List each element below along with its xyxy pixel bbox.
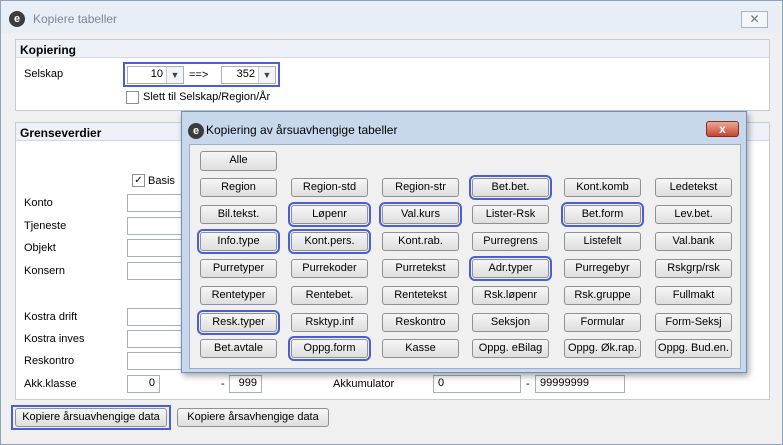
chevron-down-icon[interactable]: ▼ [258, 67, 275, 83]
konto-field[interactable] [127, 194, 187, 212]
table-button[interactable]: Lister-Rsk [472, 205, 549, 224]
table-button[interactable]: Rskgrp/rsk [655, 259, 732, 278]
table-button[interactable]: Rentetyper [200, 286, 277, 305]
table-button[interactable]: Bet.form [561, 202, 644, 227]
tjeneste-label: Tjeneste [24, 220, 67, 232]
konsern-label: Konsern [24, 265, 65, 277]
table-button[interactable]: Bet.avtale [200, 339, 277, 358]
dialog-close-button[interactable]: x [706, 121, 739, 137]
selskap-from-value: 10 [150, 68, 163, 80]
table-button[interactable]: Kont.komb [564, 178, 641, 197]
table-button[interactable]: Purretyper [200, 259, 277, 278]
table-button[interactable]: Resk.typer [197, 310, 280, 335]
kopiere-arsavhengige-button[interactable]: Kopiere årsavhengige data [177, 408, 329, 427]
kostra-inves-label: Kostra inves [24, 333, 85, 345]
akkumulator-dash: - [526, 378, 530, 390]
kostra-drift-field[interactable] [127, 308, 187, 326]
reskontro-field[interactable] [127, 352, 187, 370]
akk-klasse-dash: - [221, 378, 225, 390]
table-button[interactable]: Kont.pers. [288, 229, 371, 254]
table-button[interactable]: Rsk.gruppe [564, 286, 641, 305]
akkumulator-to-field[interactable]: 99999999 [535, 375, 625, 393]
table-button[interactable]: Val.bank [655, 232, 732, 251]
kostra-drift-label: Kostra drift [24, 311, 78, 323]
kopiere-arsuavhengige-button[interactable]: Kopiere årsuavhengige data [15, 408, 167, 427]
table-button[interactable]: Oppg. Øk.rap. [564, 339, 641, 358]
table-button[interactable]: Formular [564, 313, 641, 332]
basis-label: Basis [148, 175, 175, 187]
selskap-from-select[interactable]: 10 ▼ [127, 66, 184, 84]
tjeneste-field[interactable] [127, 217, 187, 235]
dialog-logo-icon: e [188, 123, 204, 139]
objekt-field[interactable] [127, 239, 187, 257]
konto-label: Konto [24, 197, 53, 209]
table-button[interactable]: Region-str [382, 178, 459, 197]
table-button[interactable]: Purrekoder [291, 259, 368, 278]
arrow-label: ==> [189, 69, 209, 81]
table-button[interactable]: Oppg. eBilag [472, 339, 549, 358]
selskap-label: Selskap [24, 68, 64, 80]
dialog-title: Kopiering av årsuavhengige tabeller [206, 123, 398, 137]
window-title: Kopiere tabeller [33, 12, 118, 26]
kopiering-header: Kopiering [16, 40, 769, 58]
table-button[interactable]: Løpenr [288, 202, 371, 227]
chevron-down-icon[interactable]: ▼ [166, 67, 183, 83]
table-button[interactable]: Oppg. Bud.en. [655, 339, 732, 358]
akk-klasse-label: Akk.klasse [24, 378, 77, 390]
table-button[interactable]: Adr.typer [469, 256, 552, 281]
table-button[interactable]: Kont.rab. [382, 232, 459, 251]
table-button[interactable]: Listefelt [564, 232, 641, 251]
slett-checkbox[interactable] [126, 91, 139, 104]
basis-checkbox[interactable]: ✓ [132, 174, 145, 187]
table-button[interactable]: Reskontro [382, 313, 459, 332]
table-button[interactable]: Seksjon [472, 313, 549, 332]
table-button[interactable]: Ledetekst [655, 178, 732, 197]
kopiering-dialog: e Kopiering av årsuavhengige tabeller x … [181, 111, 747, 373]
selskap-to-value: 352 [236, 68, 255, 80]
objekt-label: Objekt [24, 242, 56, 254]
table-button[interactable]: Purregebyr [564, 259, 641, 278]
akkumulator-from-field[interactable]: 0 [433, 375, 521, 393]
selskap-to-select[interactable]: 352 ▼ [221, 66, 276, 84]
table-button[interactable]: Rsktyp.inf [291, 313, 368, 332]
table-button[interactable]: Region-std [291, 178, 368, 197]
table-button[interactable]: Bil.tekst. [200, 205, 277, 224]
akkumulator-label: Akkumulator [333, 378, 395, 390]
window-close-button[interactable]: ✕ [741, 11, 768, 28]
table-button[interactable]: Purretekst [382, 259, 459, 278]
slett-label: Slett til Selskap/Region/År [143, 91, 271, 103]
table-button[interactable]: Purregrens [472, 232, 549, 251]
alle-button[interactable]: Alle [200, 151, 277, 171]
table-button[interactable]: Rentetekst [382, 286, 459, 305]
kostra-inves-field[interactable] [127, 330, 187, 348]
table-button[interactable]: Rsk.løpenr [472, 286, 549, 305]
table-button[interactable]: Info.type [197, 229, 280, 254]
table-button[interactable]: Lev.bet. [655, 205, 732, 224]
akk-klasse-from-field[interactable]: 0 [127, 375, 160, 393]
akk-klasse-to-field[interactable]: 999 [229, 375, 262, 393]
table-button[interactable]: Bet.bet. [469, 175, 552, 200]
dialog-body: Alle Region Region-std Region-str Bet.bet. K… [189, 144, 741, 369]
table-button[interactable]: Fullmakt [655, 286, 732, 305]
reskontro-label: Reskontro [24, 355, 75, 367]
konsern-field[interactable] [127, 262, 187, 280]
table-button[interactable]: Form-Seksj [655, 313, 732, 332]
table-button[interactable]: Kasse [382, 339, 459, 358]
table-button[interactable]: Region [200, 178, 277, 197]
window-titlebar [1, 1, 780, 33]
table-button[interactable]: Val.kurs [379, 202, 462, 227]
table-button[interactable]: Rentebet. [291, 286, 368, 305]
app-logo-icon: e [9, 11, 25, 27]
table-button[interactable]: Oppg.form [288, 336, 371, 361]
